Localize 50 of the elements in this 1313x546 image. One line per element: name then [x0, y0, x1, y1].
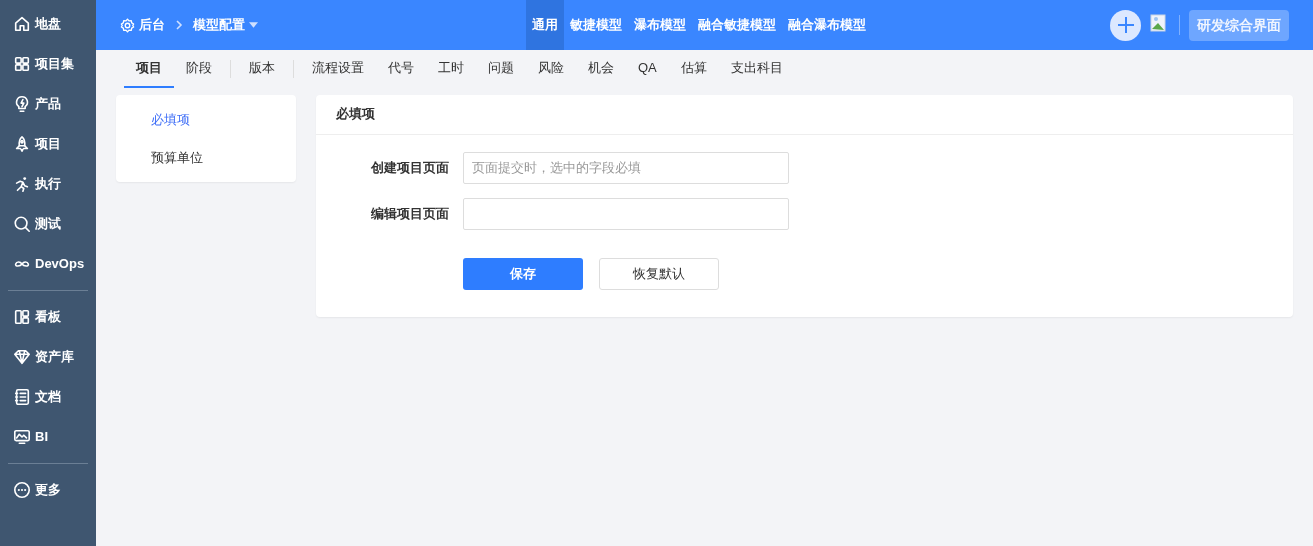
config-tab[interactable]: 问题	[476, 50, 526, 88]
sidebar-item[interactable]: 产品	[0, 84, 96, 124]
sidebar-item[interactable]: 文档	[0, 377, 96, 417]
menu-item[interactable]: 必填项	[116, 101, 296, 139]
grid-icon	[13, 55, 31, 73]
input-field[interactable]	[463, 197, 789, 230]
sidebar-item[interactable]: 项目集	[0, 44, 96, 84]
board-icon	[13, 308, 31, 326]
sidebar-item[interactable]: 地盘	[0, 4, 96, 44]
field-label: 创建项目页面	[370, 159, 450, 177]
sidebar-item[interactable]: DevOps	[0, 244, 96, 284]
sidebar-item[interactable]: 项目	[0, 124, 96, 164]
search-icon	[13, 215, 31, 233]
save-button[interactable]: 保存	[463, 257, 583, 290]
gear-icon	[120, 17, 135, 33]
field-label: 编辑项目页面	[370, 205, 450, 223]
config-tab[interactable]: 估算	[668, 50, 719, 88]
config-tab[interactable]: 工时	[426, 50, 476, 88]
config-tab[interactable]: 流程设置	[300, 50, 376, 88]
sidebar-item[interactable]: 资产库	[0, 337, 96, 377]
add-button[interactable]	[1110, 9, 1141, 41]
monitor-icon	[13, 428, 31, 446]
document-icon	[13, 388, 31, 406]
reset-button[interactable]: 恢复默认	[599, 257, 719, 290]
config-tab[interactable]: 项目	[124, 50, 174, 88]
model-tab[interactable]: 通用	[526, 0, 564, 50]
sidebar-item[interactable]: 看板	[0, 297, 96, 337]
panel-title: 必填项	[316, 95, 1293, 135]
rocket-icon	[13, 135, 31, 153]
more-icon	[13, 481, 31, 499]
menu-item[interactable]: 预算单位	[116, 138, 296, 176]
sidebar-item[interactable]: BI	[0, 417, 96, 457]
sidebar-item[interactable]: 执行	[0, 164, 96, 204]
input-field[interactable]: 页面提交时，选中的字段必填	[463, 151, 789, 184]
caret-icon	[249, 22, 258, 28]
sidebar-item[interactable]: 更多	[0, 470, 96, 510]
config-tab[interactable]: 支出科目	[718, 50, 795, 88]
config-tab[interactable]: 版本	[237, 50, 287, 88]
config-tab[interactable]: 代号	[376, 50, 426, 88]
lightbulb-icon	[13, 95, 31, 113]
config-tab[interactable]: QA	[626, 50, 669, 88]
diamond-icon	[13, 348, 31, 366]
sidebar-item[interactable]: 测试	[0, 204, 96, 244]
config-tab[interactable]: 阶段	[174, 50, 224, 88]
plus-icon	[1115, 15, 1136, 35]
config-tab[interactable]: 机会	[576, 50, 626, 88]
chevron-right-icon	[173, 19, 185, 31]
home-icon	[13, 15, 31, 33]
config-tab[interactable]: 风险	[526, 50, 576, 88]
running-icon	[13, 175, 31, 193]
